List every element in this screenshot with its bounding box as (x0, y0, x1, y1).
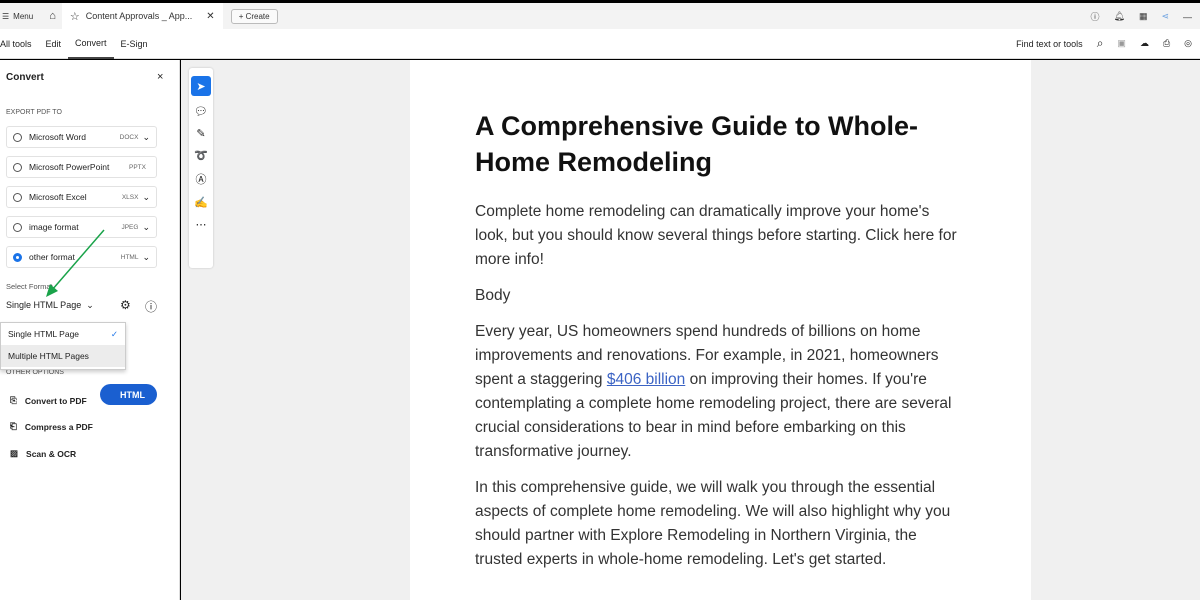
pdf-page: A Comprehensive Guide to Whole-Home Remo… (410, 60, 1031, 600)
search-icon[interactable]: ⌕ (1097, 36, 1104, 51)
green-arrow-annotation (46, 229, 105, 297)
paragraph: Every year, US homeowners spend hundreds… (475, 320, 966, 464)
option-label: Compress a PDF (24, 421, 93, 432)
convert-button[interactable]: HTML (100, 384, 157, 405)
document-tab[interactable]: ☆ Content Approvals _ App... ✕ (61, 3, 223, 29)
select-tool-icon[interactable]: ➤ (191, 76, 211, 96)
document-title: A Comprehensive Guide to Whole-Home Remo… (475, 111, 919, 177)
paragraph: In this comprehensive guide, we will wal… (475, 479, 951, 568)
toolbar: All tools Edit Convert E-Sign Find text … (0, 29, 1200, 59)
option-label: Convert to PDF (24, 395, 87, 406)
tab-esign[interactable]: E-Sign (114, 29, 155, 59)
apps-icon[interactable]: ▦ (1139, 11, 1148, 22)
minimize-icon[interactable]: — (1183, 12, 1192, 22)
menu-item-label: Single HTML Page (8, 329, 80, 339)
quick-tools: ➤ 💬︎ ✎ ➰ Ⓐ ✍ ⋯ (189, 68, 213, 268)
text-box-icon[interactable]: Ⓐ (196, 171, 207, 187)
format-menu: Single HTML Page ✓ Multiple HTML Pages (0, 322, 126, 370)
star-icon[interactable]: ☆ (70, 10, 80, 23)
option-label: Scan & OCR (26, 448, 77, 459)
scan-icon: ▨ (10, 448, 19, 458)
document-area: ➤ 💬︎ ✎ ➰ Ⓐ ✍ ⋯ A Comprehensive Guide to … (181, 60, 1200, 600)
tab-title: Content Approvals _ App... (85, 11, 193, 21)
upload-cloud-icon[interactable]: ☁ (1140, 38, 1149, 49)
more-icon[interactable]: ⋯ (196, 218, 207, 231)
convert-pdf-icon: ⎘ (10, 395, 17, 405)
menu-item-label: Multiple HTML Pages (8, 351, 89, 361)
lasso-icon[interactable]: ➰ (194, 149, 208, 162)
intro-paragraph: Complete home remodeling can dramaticall… (475, 203, 957, 268)
sign-icon[interactable]: ✍ (194, 196, 208, 209)
tab-edit[interactable]: Edit (39, 29, 69, 59)
create-button[interactable]: + Create (230, 8, 278, 24)
account-icon[interactable]: ◎ (1184, 38, 1192, 49)
menu-item-single[interactable]: Single HTML Page ✓ (1, 323, 125, 345)
compress-icon: ⎗ (10, 421, 17, 431)
check-icon: ✓ (110, 328, 118, 339)
comment-icon[interactable]: 💬︎ (194, 105, 208, 118)
compress-pdf-option[interactable]: ⎗ Compress a PDF (10, 421, 93, 432)
share-icon[interactable]: ⋖ (1161, 11, 1169, 22)
menu-item-multiple[interactable]: Multiple HTML Pages (1, 345, 125, 367)
close-tab-icon[interactable]: ✕ (206, 11, 214, 22)
find-text-input[interactable]: Find text or tools (1016, 39, 1083, 49)
body-heading: Body (475, 287, 511, 304)
save-icon[interactable]: ▣ (1117, 38, 1126, 49)
pen-icon[interactable]: ✎ (196, 127, 205, 140)
home-icon[interactable]: ⌂ (49, 10, 56, 22)
bell-icon[interactable]: 🔔︎ (1114, 11, 1125, 22)
stat-link[interactable]: $406 billion (607, 371, 685, 388)
print-icon[interactable]: ⎙ (1163, 38, 1170, 49)
menu-button[interactable]: Menu (13, 12, 33, 21)
scan-ocr-option[interactable]: ▨ Scan & OCR (10, 448, 76, 459)
tab-all-tools[interactable]: All tools (0, 29, 39, 59)
convert-to-pdf-option[interactable]: ⎘ Convert to PDF (10, 395, 87, 406)
other-options-label: OTHER OPTIONS (6, 369, 64, 376)
create-label: Create (245, 11, 270, 21)
help-icon[interactable]: ⓘ (1090, 10, 1099, 23)
title-bar: ☰ Menu ⌂ ☆ Content Approvals _ App... ✕ … (0, 3, 1200, 29)
menu-icon[interactable]: ☰ (2, 12, 9, 21)
convert-panel: Convert × EXPORT PDF TO Microsoft Word DO… (0, 60, 180, 600)
tab-convert[interactable]: Convert (68, 29, 114, 59)
